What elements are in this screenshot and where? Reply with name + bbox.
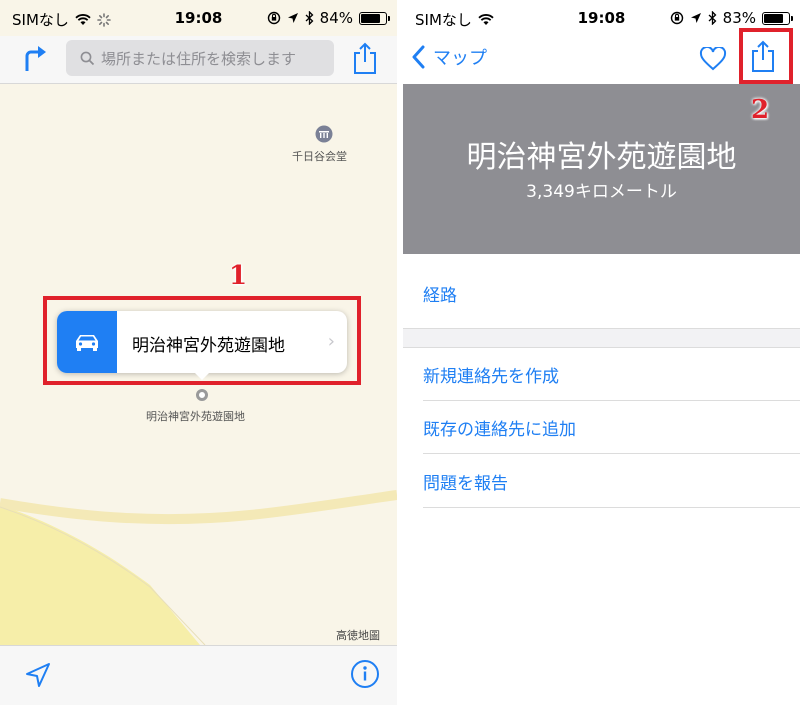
search-icon — [80, 51, 95, 65]
heart-icon[interactable] — [699, 47, 727, 71]
current-location-icon[interactable] — [24, 661, 52, 689]
map-attribution[interactable]: 高徳地圖 — [336, 627, 380, 643]
step-number-1: 1 — [229, 261, 248, 291]
place-name: 明治神宮外苑遊園地 — [466, 140, 737, 175]
battery-icon — [762, 11, 793, 25]
place-distance: 3,349キロメートル — [526, 182, 677, 202]
map-top-bar: 場所または住所を検索します — [0, 36, 397, 84]
poi-label-hall[interactable]: 千日谷会堂 — [292, 148, 347, 164]
orientation-lock-icon — [267, 11, 280, 25]
row-separator — [423, 507, 800, 508]
section-gap — [403, 328, 800, 348]
add-contact-label: 既存の連絡先に追加 — [423, 419, 576, 440]
pin-label: 明治神宮外苑遊園地 — [146, 410, 245, 423]
highlight-box-1 — [43, 296, 361, 385]
bluetooth-icon — [708, 11, 717, 25]
hall-icon[interactable] — [315, 125, 333, 143]
status-bar: SIMなし 19:08 84% — [0, 0, 397, 36]
orientation-lock-icon — [670, 11, 683, 25]
search-placeholder: 場所または住所を検索します — [101, 49, 297, 68]
map-bottom-bar — [0, 645, 397, 705]
directions-icon[interactable] — [22, 44, 48, 72]
highlight-box-2 — [739, 28, 793, 84]
battery-icon — [359, 11, 390, 25]
location-arrow-icon — [690, 13, 701, 23]
route-button[interactable]: 経路 — [423, 267, 800, 319]
battery-percent: 83% — [722, 9, 756, 27]
chevron-left-icon — [412, 45, 425, 69]
maps-screen: SIMなし 19:08 84% 場所または住所を検索します 千日谷会堂 明治神宮… — [0, 0, 397, 705]
new-contact-label: 新規連絡先を作成 — [423, 366, 559, 387]
bluetooth-icon — [305, 11, 314, 25]
route-label: 経路 — [423, 285, 457, 306]
back-button[interactable]: マップ — [411, 44, 487, 70]
status-right: 83% — [670, 9, 793, 27]
status-right: 84% — [267, 9, 390, 27]
battery-percent: 84% — [319, 9, 353, 27]
info-icon[interactable] — [350, 659, 380, 689]
location-arrow-icon — [287, 13, 298, 23]
new-contact-button[interactable]: 新規連絡先を作成 — [423, 348, 800, 400]
search-input[interactable]: 場所または住所を検索します — [66, 40, 334, 76]
report-label: 問題を報告 — [423, 473, 508, 494]
report-problem-button[interactable]: 問題を報告 — [423, 455, 800, 507]
add-contact-button[interactable]: 既存の連絡先に追加 — [423, 401, 800, 453]
back-label: マップ — [433, 48, 487, 69]
share-icon[interactable] — [352, 41, 378, 75]
row-separator — [423, 453, 800, 454]
place-detail-screen: SIMなし 19:08 83% マップ 明治神宮外苑遊園地 3,349キロメート… — [403, 0, 800, 705]
place-header: 明治神宮外苑遊園地 3,349キロメートル — [403, 84, 800, 254]
location-pin[interactable] — [196, 389, 208, 401]
step-number-2: 2 — [751, 95, 770, 125]
